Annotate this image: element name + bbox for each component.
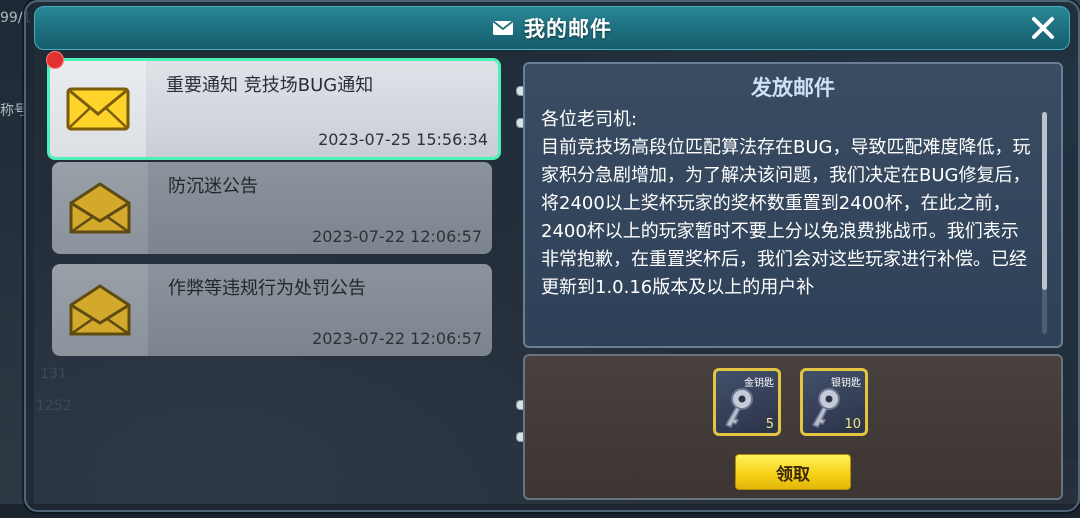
reward-item-silver-key[interactable]: 银钥匙 10 — [800, 368, 868, 436]
mail-date: 2023-07-25 15:56:34 — [318, 130, 488, 149]
reward-name: 金钥匙 — [744, 378, 774, 389]
mail-title: 防沉迷公告 — [168, 176, 258, 197]
mail-item[interactable]: 防沉迷公告 2023-07-22 12:06:57 — [52, 162, 492, 254]
mail-dialog: 我的邮件 重要通知 竞技场BUG通知 2023-07-25 15:56:34 防… — [24, 0, 1080, 512]
mail-content-title: 发放邮件 — [751, 76, 835, 100]
reward-count: 5 — [765, 417, 774, 432]
mail-item[interactable]: 作弊等违规行为处罚公告 2023-07-22 12:06:57 — [52, 264, 492, 356]
dialog-header: 我的邮件 — [34, 6, 1070, 50]
mail-content-panel: 发放邮件 各位老司机: 目前竞技场高段位匹配算法存在BUG，导致匹配难度降低，玩… — [523, 62, 1063, 348]
envelope-icon — [492, 20, 514, 35]
mail-body-text: 目前竞技场高段位匹配算法存在BUG，导致匹配难度降低，玩家积分急剧增加，为了解决… — [541, 137, 1031, 298]
dialog-title: 我的邮件 — [524, 17, 612, 41]
mail-icon-box — [52, 162, 148, 254]
scrollbar-thumb[interactable] — [1042, 112, 1047, 290]
reward-panel: 金钥匙 5 银钥匙 10 领取 — [523, 354, 1063, 500]
open-envelope-icon — [69, 284, 131, 336]
mail-date: 2023-07-22 12:06:57 — [312, 329, 482, 348]
mail-icon-box — [50, 61, 146, 157]
mail-content-body[interactable]: 各位老司机: 目前竞技场高段位匹配算法存在BUG，导致匹配难度降低，玩家积分急剧… — [541, 106, 1035, 342]
unread-badge — [46, 51, 64, 69]
mail-greeting: 各位老司机: — [541, 109, 638, 130]
close-button[interactable] — [1027, 12, 1059, 44]
mail-icon-box — [52, 264, 148, 356]
mail-date: 2023-07-22 12:06:57 — [312, 227, 482, 246]
mail-title: 作弊等违规行为处罚公告 — [168, 278, 366, 299]
close-icon — [1032, 17, 1054, 39]
reward-count: 10 — [844, 417, 861, 432]
reward-item-gold-key[interactable]: 金钥匙 5 — [713, 368, 781, 436]
closed-envelope-icon — [66, 87, 130, 131]
mail-title: 重要通知 竞技场BUG通知 — [166, 75, 374, 96]
reward-name: 银钥匙 — [831, 378, 861, 389]
open-envelope-icon — [69, 182, 131, 234]
claim-button[interactable]: 领取 — [735, 454, 851, 490]
content-scrollbar[interactable] — [1042, 112, 1047, 334]
mail-item-selected[interactable]: 重要通知 竞技场BUG通知 2023-07-25 15:56:34 — [47, 58, 501, 160]
